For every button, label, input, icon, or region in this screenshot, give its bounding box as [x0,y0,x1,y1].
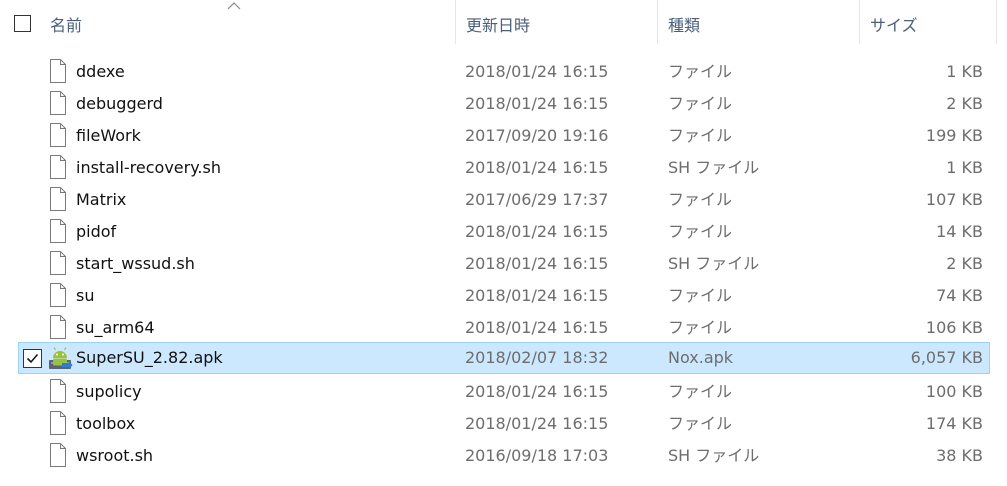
file-name: supolicy [76,382,142,401]
file-size: 2 KB [946,254,983,273]
file-date: 2018/01/24 16:15 [465,62,609,81]
file-row[interactable]: debuggerd 2018/01/24 16:15 ファイル 2 KB [18,88,990,120]
file-type: Nox.apk [668,348,734,367]
file-size: 106 KB [925,318,983,337]
file-name: start_wssud.sh [76,254,195,273]
column-header-type[interactable]: 種類 [658,0,858,48]
column-header-date[interactable]: 更新日時 [456,0,656,48]
file-size: 1 KB [946,158,983,177]
file-type: ファイル [668,190,733,209]
file-name: fileWork [76,126,141,145]
column-header-date-label: 更新日時 [466,16,531,35]
file-size: 14 KB [936,222,983,241]
file-size: 74 KB [936,286,983,305]
column-header-size[interactable]: サイズ [860,0,996,48]
file-size: 6,057 KB [910,348,983,367]
column-header-size-label: サイズ [870,16,918,35]
file-size: 107 KB [925,190,983,209]
generic-file-icon [50,91,66,115]
generic-file-icon [50,187,66,211]
file-name: Matrix [76,190,127,209]
generic-file-icon [50,219,66,243]
file-size: 174 KB [925,414,983,433]
file-date: 2018/02/07 18:32 [465,348,609,367]
column-header-bar: 名前 更新日時 種類 サイズ [0,0,1007,50]
file-size: 2 KB [946,94,983,113]
column-header-name[interactable]: 名前 [40,0,454,48]
file-row-selected[interactable]: SuperSU_2.82.apk 2018/02/07 18:32 Nox.ap… [18,342,990,374]
file-type: SH ファイル [668,254,760,273]
checkmark-icon [26,353,39,364]
file-row[interactable]: pidof 2018/01/24 16:15 ファイル 14 KB [18,216,990,248]
file-row[interactable]: toolbox 2018/01/24 16:15 ファイル 174 KB [18,408,990,440]
file-name: wsroot.sh [76,446,154,465]
file-size: 100 KB [925,382,983,401]
file-date: 2018/01/24 16:15 [465,318,609,337]
file-date: 2018/01/24 16:15 [465,286,609,305]
android-apk-icon [49,347,73,369]
file-size: 38 KB [936,446,983,465]
file-row[interactable]: fileWork 2017/09/20 19:16 ファイル 199 KB [18,120,990,152]
select-all-checkbox[interactable] [14,15,31,32]
file-name: su [76,286,95,305]
file-date: 2017/06/29 17:37 [465,190,609,209]
file-date: 2018/01/24 16:15 [465,254,609,273]
row-checkbox-checked[interactable] [23,349,42,368]
file-row[interactable]: su_arm64 2018/01/24 16:15 ファイル 106 KB [18,312,990,344]
file-type: ファイル [668,222,733,241]
file-type: ファイル [668,62,733,81]
file-row[interactable]: Matrix 2017/06/29 17:37 ファイル 107 KB [18,184,990,216]
file-name: install-recovery.sh [76,158,221,177]
file-date: 2018/01/24 16:15 [465,158,609,177]
file-date: 2018/01/24 16:15 [465,94,609,113]
file-row[interactable]: su 2018/01/24 16:15 ファイル 74 KB [18,280,990,312]
file-size: 199 KB [925,126,983,145]
file-date: 2016/09/18 17:03 [465,446,609,465]
file-type: SH ファイル [668,446,760,465]
generic-file-icon [50,123,66,147]
file-type: ファイル [668,94,733,113]
generic-file-icon [50,155,66,179]
file-name: su_arm64 [76,318,155,337]
generic-file-icon [50,283,66,307]
generic-file-icon [50,251,66,275]
file-size: 1 KB [946,62,983,81]
generic-file-icon [50,59,66,83]
generic-file-icon [50,411,66,435]
file-type: ファイル [668,382,733,401]
file-name: toolbox [76,414,136,433]
file-type: ファイル [668,414,733,433]
file-type: SH ファイル [668,158,760,177]
column-header-type-label: 種類 [668,16,701,35]
file-name: debuggerd [76,94,163,113]
file-type: ファイル [668,286,733,305]
column-header-name-label: 名前 [50,16,83,35]
file-date: 2018/01/24 16:15 [465,382,609,401]
file-row[interactable]: install-recovery.sh 2018/01/24 16:15 SH … [18,152,990,184]
file-row[interactable]: supolicy 2018/01/24 16:15 ファイル 100 KB [18,376,990,408]
file-date: 2017/09/20 19:16 [465,126,609,145]
file-row[interactable]: start_wssud.sh 2018/01/24 16:15 SH ファイル … [18,248,990,280]
file-date: 2018/01/24 16:15 [465,222,609,241]
file-type: ファイル [668,126,733,145]
file-name: SuperSU_2.82.apk [76,348,223,367]
column-divider[interactable] [996,0,997,44]
file-row[interactable]: ddexe 2018/01/24 16:15 ファイル 1 KB [18,56,990,88]
file-name: ddexe [76,62,125,81]
file-row[interactable]: wsroot.sh 2016/09/18 17:03 SH ファイル 38 KB [18,440,990,472]
file-name: pidof [76,222,117,241]
generic-file-icon [50,443,66,467]
file-type: ファイル [668,318,733,337]
file-date: 2018/01/24 16:15 [465,414,609,433]
generic-file-icon [50,379,66,403]
generic-file-icon [50,315,66,339]
